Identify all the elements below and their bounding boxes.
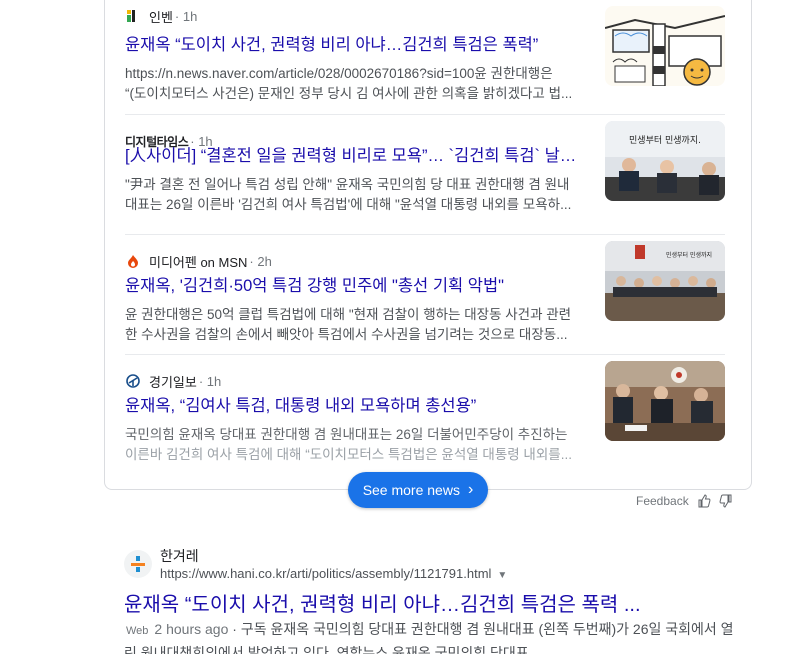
news-article[interactable]: 디지털타임스 · 1h [人사이더] “결혼전 일을 권력형 비리로 모욕”… … xyxy=(125,114,725,232)
see-more-news-button[interactable]: See more news › xyxy=(348,472,488,508)
article-headline[interactable]: 윤재옥 “도이치 사건, 권력형 비리 아냐…김건희 특검은 폭력” xyxy=(125,34,589,56)
snippet-line: 린 원내대책회의에서 발언하고 있다. 연합뉴스 윤재옥 국민의힘 당대표 ..… xyxy=(124,645,545,654)
thumbs-down-icon[interactable] xyxy=(719,494,733,508)
article-source: 경기일보 xyxy=(149,374,197,390)
result-date: 2 hours ago xyxy=(154,621,229,637)
snippet-line: 대표는 26일 이른바 '김건희 여사 특검법'에 대해 "윤석열 대통령 내외… xyxy=(125,197,572,212)
news-article[interactable]: 경기일보 · 1h 윤재옥, “김여사 특검, 대통령 내외 모욕하며 총선용”… xyxy=(125,354,725,472)
snippet-line: Web 2 hours ago · 구독 윤재옥 국민의힘 당대표 권한대행 겸 … xyxy=(124,618,764,642)
thumb-banner-text: 민생부터 민생까지 xyxy=(666,251,712,259)
article-source: 인벤 xyxy=(149,9,173,25)
snippet-line: https://n.news.naver.com/article/028/000… xyxy=(125,66,553,81)
article-headline[interactable]: 윤재옥, “김여사 특검, 대통령 내외 모욕하며 총선용” xyxy=(125,395,589,417)
snippet-line: “(도이치모터스 사건은) 문재인 정부 당시 김 여사에 관한 의혹을 밝히겠… xyxy=(125,86,573,101)
chevron-right-icon: › xyxy=(467,481,474,498)
snippet-line: 이른바 김건희 여사 특검에 대해 “도이치모터스 특검법은 윤석열 대통령 내… xyxy=(125,447,572,462)
news-article[interactable]: 인벤 · 1h 윤재옥 “도이치 사건, 권력형 비리 아냐…김건희 특검은 폭… xyxy=(125,6,725,124)
more-options-icon[interactable]: ▼ xyxy=(497,570,507,581)
article-headline[interactable]: [人사이더] “결혼전 일을 권력형 비리로 모욕”… `김건희 특검` 날세운… xyxy=(125,145,589,167)
article-source: 미디어펜 on MSN xyxy=(149,254,248,270)
article-thumbnail[interactable] xyxy=(605,361,725,441)
snippet-line: 국민의힘 윤재옥 당대표 권한대행 겸 원내대표는 26일 더불어민주당이 추진… xyxy=(125,427,568,442)
result-url-text: https://www.hani.co.kr/arti/politics/ass… xyxy=(160,566,492,581)
thumb-banner-text: 민생부터 민생까지. xyxy=(629,135,701,146)
see-more-label: See more news xyxy=(362,482,460,498)
article-time: · 1h xyxy=(174,8,198,24)
article-snippet: 국민의힘 윤재옥 당대표 권한대행 겸 원내대표는 26일 더불어민주당이 추진… xyxy=(125,425,589,465)
result-title[interactable]: 윤재옥 “도이치 사건, 권력형 비리 아냐…김건희 특검은 폭력 ... xyxy=(124,588,641,617)
article-source-row: 미디어펜 on MSN · 2h xyxy=(125,251,272,271)
thumbs-up-icon[interactable] xyxy=(697,494,711,508)
article-thumbnail[interactable]: 민생부터 민생까지. xyxy=(605,121,725,201)
feedback-row: Feedback xyxy=(636,494,733,508)
snippet-line: 윤 권한대행은 50억 클럽 특검법에 대해 "현재 검찰이 행하는 대장동 사… xyxy=(125,307,572,322)
web-badge: Web xyxy=(124,620,151,642)
result-snippet: Web 2 hours ago · 구독 윤재옥 국민의힘 당대표 권한대행 겸 … xyxy=(124,618,764,654)
article-thumbnail[interactable]: 민생부터 민생까지 xyxy=(605,241,725,321)
snippet-line: 한 수사권을 검찰의 손에서 빼앗아 특검에서 수사권을 넘기려는 것으로 대장… xyxy=(125,327,568,342)
article-time: · 1h xyxy=(198,373,222,389)
news-article[interactable]: 미디어펜 on MSN · 2h 윤재옥, '김건희·50억 특검 강행 민주에… xyxy=(125,234,725,352)
hani-favicon[interactable] xyxy=(124,550,152,578)
article-thumbnail[interactable] xyxy=(605,6,725,86)
article-source-row: 인벤 · 1h xyxy=(125,6,197,26)
result-snippet-text: · 구독 윤재옥 국민의힘 당대표 권한대행 겸 원내대표 (왼쪽 두번째)가 … xyxy=(228,621,734,637)
feedback-link[interactable]: Feedback xyxy=(636,494,689,508)
result-site-name[interactable]: 한겨레 xyxy=(160,546,199,566)
article-snippet: https://n.news.naver.com/article/028/000… xyxy=(125,64,589,104)
article-source-row: 경기일보 · 1h xyxy=(125,371,221,391)
inven-icon xyxy=(125,8,141,24)
flame-icon xyxy=(125,253,141,269)
kyeonggi-icon xyxy=(125,373,141,389)
article-time: · 2h xyxy=(249,253,272,269)
top-stories-card: 인벤 · 1h 윤재옥 “도이치 사건, 권력형 비리 아냐…김건희 특검은 폭… xyxy=(104,0,752,490)
snippet-line: "尹과 결혼 전 일어나 특검 성립 안해" 윤재옥 국민의힘 당 대표 권한대… xyxy=(125,177,570,192)
result-url[interactable]: https://www.hani.co.kr/arti/politics/ass… xyxy=(160,566,507,581)
article-headline[interactable]: 윤재옥, '김건희·50억 특검 강행 민주에 "총선 기획 악법" xyxy=(125,275,589,297)
article-snippet: 윤 권한대행은 50억 클럽 특검법에 대해 "현재 검찰이 행하는 대장동 사… xyxy=(125,305,589,345)
article-snippet: "尹과 결혼 전 일어나 특검 성립 안해" 윤재옥 국민의힘 당 대표 권한대… xyxy=(125,175,589,215)
